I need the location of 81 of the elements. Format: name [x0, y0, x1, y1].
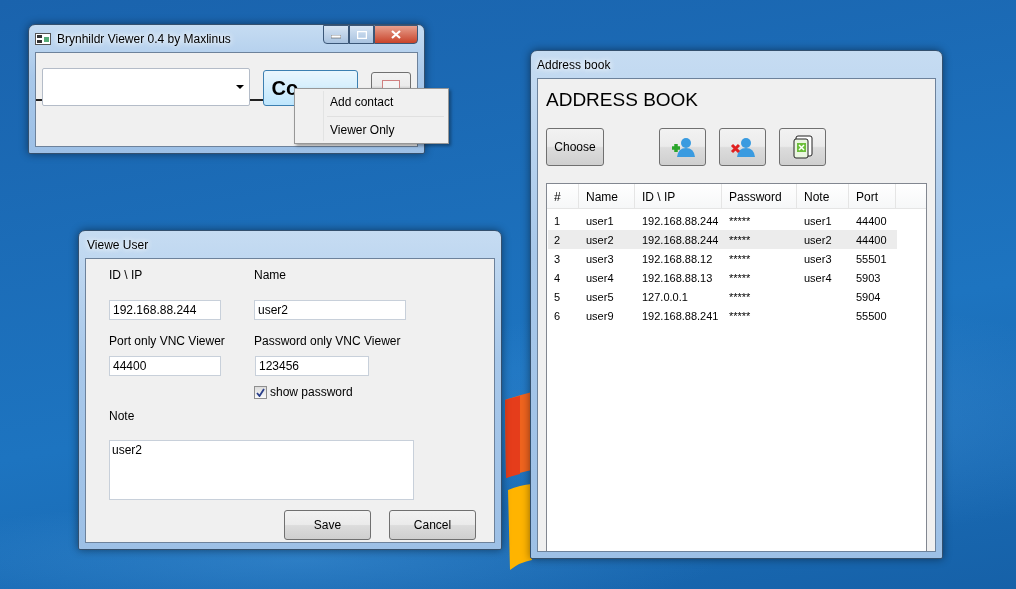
app-icon — [35, 32, 51, 45]
table-cell-text: user2 — [803, 233, 833, 246]
table-cell-text: 192.168.88.244 — [641, 233, 720, 246]
close-icon — [391, 30, 401, 39]
table-cell-text: user1 — [803, 214, 833, 227]
person-add-icon — [669, 137, 696, 157]
table-row[interactable]: 6 user9 192.168.88.241 ***** 55500 — [548, 306, 897, 325]
table-cell-text: 3 — [553, 252, 562, 265]
table-cell-text: 55501 — [855, 252, 888, 265]
close-button[interactable] — [374, 25, 418, 44]
menu-item[interactable]: Add contact — [297, 91, 446, 113]
table-cell-text: 127.0.0.1 — [641, 290, 689, 303]
window-title: Address book — [537, 57, 611, 72]
table-cell-text: user5 — [585, 290, 615, 303]
table-cell-text: 192.168.88.13 — [641, 271, 714, 284]
table-cell-text: 4 — [553, 271, 562, 284]
table-cell-text: 192.168.88.244 — [641, 214, 720, 227]
table-cell-text: 192.168.88.241 — [641, 309, 720, 322]
table-cell-text: 5 — [553, 290, 562, 303]
cancel-button[interactable]: Cancel — [389, 510, 476, 540]
table-cell-text: ***** — [728, 252, 752, 265]
table-row[interactable]: 5 user5 127.0.0.1 ***** 5904 — [548, 287, 897, 306]
table-cell-text: ***** — [728, 271, 752, 284]
table-cell-text: 1 — [553, 214, 562, 227]
spreadsheet-icon — [792, 135, 813, 159]
table-cell-text: 5904 — [855, 290, 882, 303]
maximize-button[interactable] — [349, 25, 374, 44]
table-cell-text: user4 — [803, 271, 833, 284]
add-contact-button[interactable] — [659, 128, 706, 166]
table-cell-text: 5903 — [855, 271, 882, 284]
save-button[interactable]: Save — [284, 510, 371, 540]
menu-item[interactable]: Viewer Only — [297, 119, 446, 141]
table-cell-text: ***** — [728, 233, 752, 246]
table-cell-text: user3 — [803, 252, 833, 265]
input-field[interactable]: user2 — [254, 300, 406, 320]
minimize-icon — [331, 34, 341, 39]
column-header[interactable]: Port — [849, 184, 896, 208]
field-label: Password only VNC Viewer — [254, 333, 402, 349]
checkbox[interactable] — [254, 385, 267, 399]
field-label: Note — [109, 408, 136, 424]
note-field[interactable]: user2 — [109, 440, 414, 500]
column-header[interactable]: Password — [722, 184, 797, 208]
table-cell-text: ***** — [728, 290, 752, 303]
minimize-button[interactable] — [323, 25, 349, 44]
table-cell-text: user2 — [585, 233, 615, 246]
table-cell-text: 44400 — [855, 233, 888, 246]
table-cell-text: 192.168.88.12 — [641, 252, 714, 265]
table-cell-text: ***** — [728, 214, 752, 227]
table-cell-text: 6 — [553, 309, 562, 322]
maximize-icon — [356, 30, 367, 39]
table-row[interactable]: 1 user1 192.168.88.244 ***** user1 44400 — [548, 211, 897, 230]
dropdown-arrow-icon — [235, 85, 244, 89]
window-title: Brynhildr Viewer 0.4 by Maxlinus — [57, 31, 231, 46]
input-field[interactable]: 44400 — [109, 356, 221, 376]
column-header[interactable]: Name — [579, 184, 635, 208]
table-cell-text: 55500 — [855, 309, 888, 322]
column-header[interactable]: # — [547, 184, 579, 208]
table-row[interactable]: 3 user3 192.168.88.12 ***** user3 55501 — [548, 249, 897, 268]
field-label: ID \ IP — [109, 267, 144, 283]
table-cell-text: user9 — [585, 309, 615, 322]
export-button[interactable] — [779, 128, 826, 166]
input-field[interactable]: 123456 — [255, 356, 369, 376]
window-title: Viewe User — [86, 237, 149, 252]
input-field[interactable]: 192.168.88.244 — [109, 300, 221, 320]
table-cell-text: user3 — [585, 252, 615, 265]
table-row[interactable]: 2 user2 192.168.88.244 ***** user2 44400 — [548, 230, 897, 249]
delete-contact-button[interactable] — [719, 128, 766, 166]
table-cell-text: user1 — [585, 214, 615, 227]
table-cell-text: ***** — [728, 309, 752, 322]
page-heading: ADDRESS BOOK — [546, 89, 699, 111]
checkbox-label: show password — [270, 385, 353, 399]
table-cell-text: 2 — [553, 233, 562, 246]
column-header[interactable]: Note — [797, 184, 849, 208]
table-cell-text: user4 — [585, 271, 615, 284]
table-cell-text: 44400 — [855, 214, 888, 227]
person-remove-icon — [729, 137, 756, 157]
choose-button[interactable]: Choose — [546, 128, 604, 166]
column-header[interactable]: ID \ IP — [635, 184, 722, 208]
field-label: Name — [254, 267, 287, 283]
table-row[interactable]: 4 user4 192.168.88.13 ***** user4 5903 — [548, 268, 897, 287]
field-label: Port only VNC Viewer — [109, 333, 226, 349]
